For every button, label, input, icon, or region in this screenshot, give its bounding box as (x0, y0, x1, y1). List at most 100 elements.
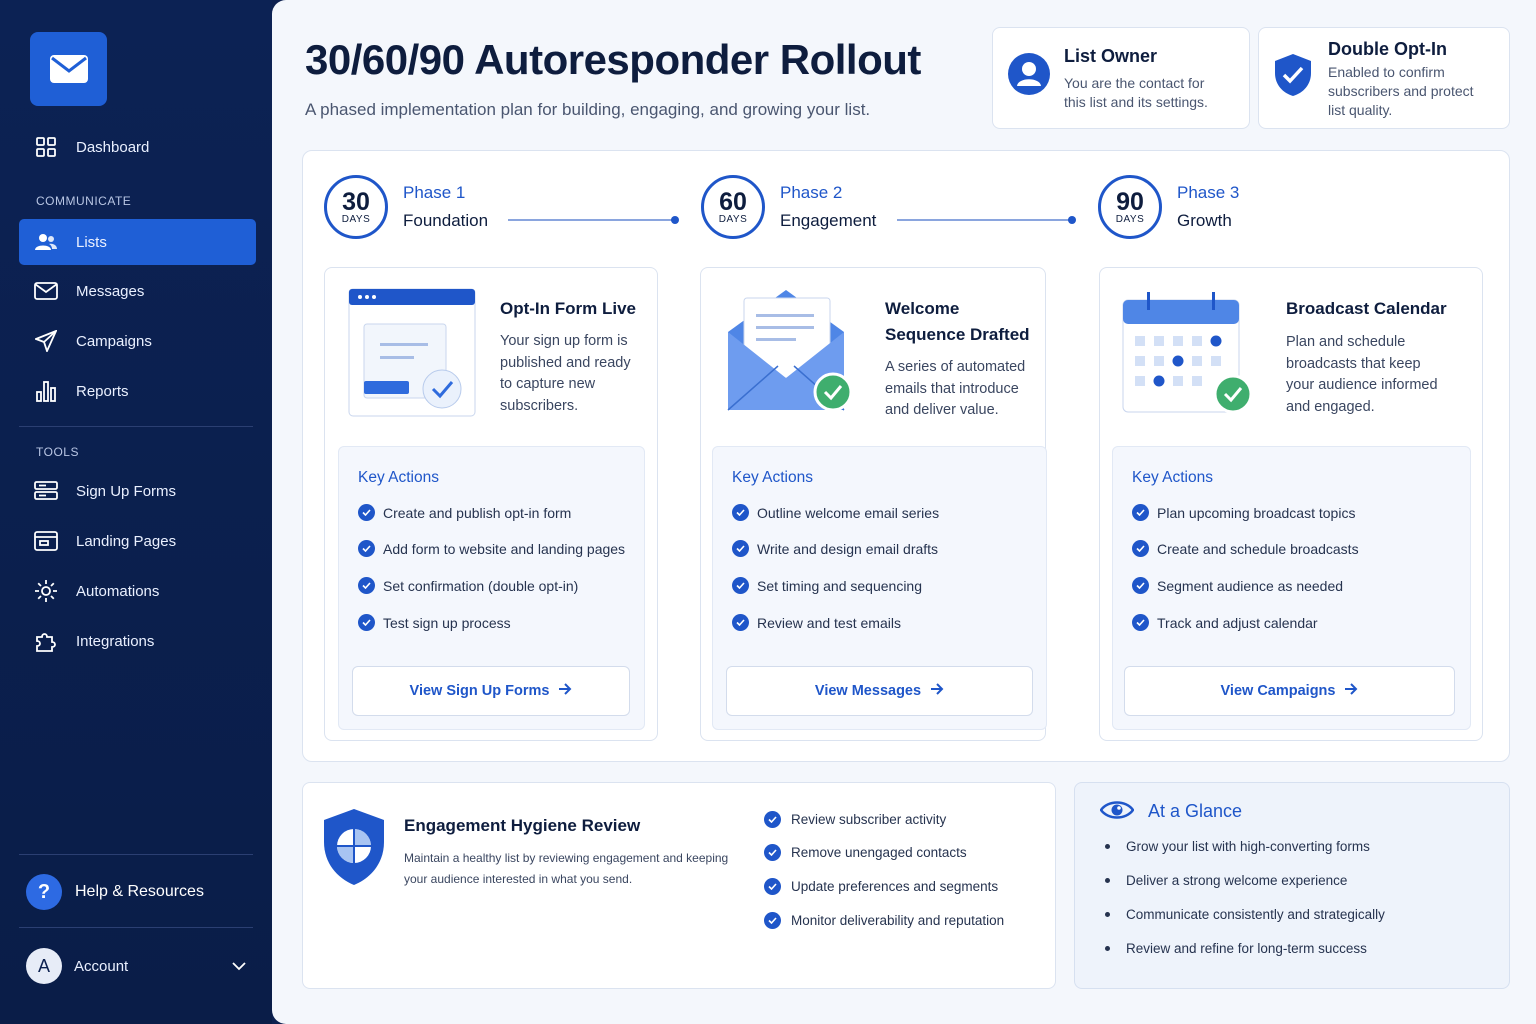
sidebar-item-label: Campaigns (76, 332, 152, 350)
card-title: Broadcast Calendar (1286, 299, 1447, 318)
engagement-hygiene-card: Engagement Hygiene Review Maintain a hea… (302, 782, 1056, 989)
key-actions-box: Key Actions Plan upcoming broadcast topi… (1112, 446, 1471, 730)
phase-label: Phase 2 (780, 183, 843, 202)
action-label: Write and design email drafts (757, 540, 939, 557)
arrow-right-icon (558, 683, 572, 699)
check-icon (764, 912, 781, 929)
list-owner-title: List Owner (1064, 46, 1158, 66)
sidebar-item-dashboard[interactable]: Dashboard (19, 124, 256, 170)
form-illustration-icon (348, 288, 478, 423)
glance-item: Deliver a strong welcome experience (1105, 873, 1347, 888)
phase-3-days-badge: 90 DAYS (1098, 175, 1162, 239)
sidebar-item-label: Landing Pages (76, 532, 177, 550)
key-actions-box: Key Actions Outline welcome email series… (712, 446, 1047, 730)
glance-item-label: Deliver a strong welcome experience (1126, 873, 1348, 888)
arrow-right-icon (930, 683, 944, 699)
main-content: 30/60/90 Autoresponder Rollout A phased … (272, 0, 1536, 1024)
view-campaigns-button[interactable]: View Campaigns (1124, 666, 1455, 716)
action-item: Create and schedule broadcasts (1132, 540, 1359, 557)
phase-name: Growth (1177, 211, 1232, 230)
sidebar-item-campaigns[interactable]: Campaigns (19, 318, 256, 364)
sidebar-divider (19, 927, 253, 928)
days-label: DAYS (1115, 213, 1145, 225)
sidebar-item-landing-pages[interactable]: Landing Pages (19, 518, 256, 564)
phases-panel: 30 DAYS Phase 1 Foundation 60 DAYS Phase… (302, 150, 1510, 762)
help-icon: ? (26, 874, 62, 910)
double-optin-card: Double Opt-In Enabled to confirm subscri… (1258, 27, 1510, 129)
phase-connector (897, 216, 1076, 224)
check-icon (1132, 577, 1149, 594)
page-title: 30/60/90 Autoresponder Rollout (305, 36, 921, 83)
sidebar-item-label: Dashboard (76, 138, 150, 156)
section-label-communicate: COMMUNICATE (36, 194, 132, 208)
days-number: 30 (342, 187, 370, 216)
action-item: Outline welcome email series (732, 504, 939, 521)
action-label: Create and publish opt-in form (383, 504, 572, 521)
bullet-icon (1105, 946, 1110, 951)
phase-2-header: 60 DAYS Phase 2 Engagement (701, 175, 876, 239)
app-logo-mail-icon[interactable] (30, 32, 107, 106)
sidebar: Dashboard COMMUNICATE Lists Messages Cam… (0, 0, 272, 1024)
key-actions-heading: Key Actions (358, 469, 439, 486)
action-label: Track and adjust calendar (1157, 614, 1318, 631)
check-icon (732, 577, 749, 594)
at-a-glance-card: At a Glance Grow your list with high-con… (1074, 782, 1510, 989)
hygiene-text: Maintain a healthy list by reviewing eng… (404, 851, 729, 886)
calendar-illustration-icon (1121, 290, 1253, 421)
check-icon (732, 540, 749, 557)
glance-item-label: Review and refine for long-term success (1126, 941, 1367, 956)
action-item: Create and publish opt-in form (358, 504, 571, 521)
phase-3-card: Broadcast Calendar Plan and schedule bro… (1099, 267, 1483, 741)
account-menu[interactable]: A Account (26, 948, 246, 984)
glance-title: At a Glance (1148, 801, 1243, 821)
phase-2-card: Welcome Sequence Drafted A series of aut… (700, 267, 1047, 741)
users-icon (34, 230, 58, 254)
card-description: Your sign up form is published and ready… (500, 333, 631, 414)
action-item: Set timing and sequencing (732, 577, 922, 594)
button-label: View Sign Up Forms (409, 683, 550, 699)
send-icon (34, 329, 58, 353)
hygiene-title: Engagement Hygiene Review (404, 816, 641, 835)
double-optin-title: Double Opt-In (1328, 39, 1447, 59)
help-resources-link[interactable]: ? Help & Resources (26, 874, 204, 910)
action-item: Review and test emails (732, 614, 901, 631)
hygiene-item: Monitor deliverability and reputation (764, 912, 1004, 929)
phase-name: Engagement (780, 211, 877, 230)
button-label: View Campaigns (1220, 683, 1336, 699)
avatar: A (26, 948, 62, 984)
sidebar-item-label: Messages (76, 282, 145, 300)
page-subtitle: A phased implementation plan for buildin… (305, 100, 871, 119)
days-number: 60 (719, 187, 747, 216)
account-label: Account (74, 957, 129, 975)
sidebar-item-signup-forms[interactable]: Sign Up Forms (19, 468, 256, 514)
sidebar-item-messages[interactable]: Messages (19, 268, 256, 314)
check-icon (1132, 614, 1149, 631)
sidebar-item-integrations[interactable]: Integrations (19, 618, 256, 664)
sidebar-item-reports[interactable]: Reports (19, 368, 256, 414)
section-label-tools: TOOLS (36, 445, 79, 459)
days-number: 90 (1116, 187, 1144, 216)
dashboard-icon (34, 135, 58, 159)
check-icon (358, 504, 375, 521)
phase-connector (508, 216, 679, 224)
chevron-down-icon[interactable] (232, 958, 246, 975)
glance-item: Review and refine for long-term success (1105, 941, 1367, 956)
key-actions-box: Key Actions Create and publish opt-in fo… (338, 446, 645, 730)
puzzle-icon (34, 629, 58, 653)
action-label: Plan upcoming broadcast topics (1157, 504, 1356, 521)
action-label: Review and test emails (757, 614, 901, 631)
check-icon (358, 577, 375, 594)
phase-2-days-badge: 60 DAYS (701, 175, 765, 239)
view-messages-button[interactable]: View Messages (726, 666, 1033, 716)
sidebar-item-automations[interactable]: Automations (19, 568, 256, 614)
check-icon (358, 614, 375, 631)
glance-item: Communicate consistently and strategical… (1105, 907, 1385, 922)
sidebar-item-label: Reports (76, 382, 129, 400)
sidebar-item-lists[interactable]: Lists (19, 219, 256, 265)
view-signup-forms-button[interactable]: View Sign Up Forms (352, 666, 630, 716)
card-description: A series of automated emails that introd… (885, 359, 1026, 418)
shield-icon (323, 808, 385, 891)
phase-label: Phase 3 (1177, 183, 1240, 202)
key-actions-heading: Key Actions (732, 469, 813, 486)
action-item: Segment audience as needed (1132, 577, 1343, 594)
